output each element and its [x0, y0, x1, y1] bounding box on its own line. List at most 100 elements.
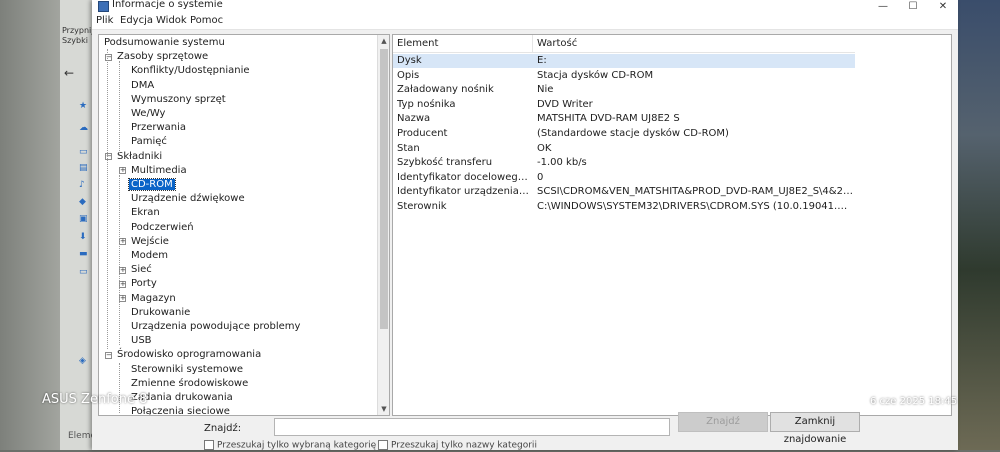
details-row[interactable]: Sterownik C:\WINDOWS\SYSTEM32\DRIVERS\CDR… — [393, 200, 855, 214]
tree-item-label: Sieć — [131, 264, 152, 276]
column-header-value[interactable]: Wartość — [533, 35, 855, 53]
details-row[interactable]: Producent (Standardowe stacje dysków CD-R… — [393, 127, 855, 141]
tree-scrollbar-thumb[interactable] — [380, 49, 388, 329]
tree-item[interactable]: Przerwania — [129, 121, 188, 135]
column-header-element[interactable]: Element — [393, 35, 533, 53]
menu-help[interactable]: Pomoc — [190, 15, 223, 26]
tree-item[interactable]: Drukowanie — [129, 306, 192, 320]
expand-icon[interactable]: + — [119, 238, 126, 246]
tree-item[interactable]: Sieć — [129, 263, 154, 277]
tree-item[interactable]: Zmienne środowiskowe — [129, 377, 250, 391]
tree-item-label: Porty — [131, 278, 157, 290]
category-tree[interactable]: Podsumowanie systemu Zasoby sprzętowe − Kon… — [98, 34, 390, 416]
tree-guide-line — [119, 175, 120, 345]
close-button[interactable]: ✕ — [928, 0, 958, 14]
tree-item-label: Sterowniki systemowe — [131, 363, 244, 375]
menu-file[interactable]: Plik — [96, 15, 113, 26]
tree-item[interactable]: Porty — [129, 277, 159, 291]
tree-item[interactable]: DMA — [129, 79, 156, 93]
details-row[interactable]: Nazwa MATSHITA DVD-RAM UJ8E2 S — [393, 112, 855, 126]
photo-timestamp: 6 cze 2025 18:45 — [870, 396, 958, 407]
search-selected-category-checkbox[interactable]: Przeszukaj tylko wybraną kategorię — [204, 440, 376, 452]
details-element-cell: Opis — [397, 69, 420, 81]
title-bar[interactable]: Informacje o systemie — ☐ ✕ — [92, 0, 958, 14]
tree-item-label: Magazyn — [131, 292, 176, 304]
tree-scrollbar[interactable]: ▲ ▼ — [377, 35, 389, 415]
checkbox-box[interactable] — [378, 440, 388, 450]
menu-edit[interactable]: Edycja — [120, 15, 153, 26]
menu-view[interactable]: Widok — [156, 15, 187, 26]
details-row[interactable]: Identyfikator docelowego urządzenia SCSI… — [393, 171, 855, 185]
tree-item-label: Zasoby sprzętowe — [117, 51, 209, 63]
tree-item[interactable]: Pamięć — [129, 135, 169, 149]
tree-item-label: Drukowanie — [131, 306, 191, 318]
collapse-icon[interactable]: − — [105, 351, 112, 359]
cloud-icon: ☁ — [79, 123, 88, 133]
details-value-cell: (Standardowe stacje dysków CD-ROM) — [537, 128, 729, 139]
details-row[interactable]: Typ nośnika DVD Writer — [393, 98, 855, 112]
drive-icon: ▭ — [79, 267, 88, 277]
tree-item-label: We/Wy — [131, 108, 166, 119]
tree-item-label: Składniki — [117, 150, 163, 162]
video-icon: ▬ — [79, 249, 88, 259]
download-icon: ⬇ — [79, 232, 87, 242]
scroll-down-icon[interactable]: ▼ — [378, 403, 389, 415]
tree-item[interactable]: Wymuszony sprzęt — [129, 93, 228, 107]
tree-item[interactable]: Sterowniki systemowe — [129, 363, 245, 377]
tree-item-label: Wejście — [131, 235, 169, 247]
checkbox-label: Przeszukaj tylko nazwy kategorii — [391, 440, 537, 451]
tree-item-label: Urządzenia powodujące problemy — [131, 321, 301, 332]
tree-item[interactable]: Urządzenia powodujące problemy — [129, 320, 302, 334]
tree-item[interactable]: Podczerwień — [129, 221, 196, 235]
details-row[interactable]: Identyfikator urządzenia PNP SCSI\CDROM&V… — [393, 185, 855, 199]
scroll-up-icon[interactable]: ▲ — [378, 35, 389, 47]
tree-item[interactable]: Podsumowanie systemu — [102, 36, 227, 50]
expand-icon[interactable]: + — [119, 266, 126, 274]
details-element-cell: Producent — [397, 128, 448, 139]
checkbox-box[interactable] — [204, 440, 214, 450]
tree-item[interactable]: Multimedia — [129, 164, 189, 178]
find-input[interactable] — [274, 418, 670, 436]
maximize-button[interactable]: ☐ — [898, 0, 928, 14]
tree-item[interactable]: Magazyn — [129, 292, 178, 306]
details-value-cell: OK — [537, 142, 552, 154]
tree-item[interactable]: Wejście — [129, 235, 171, 249]
image-icon: ▣ — [79, 214, 88, 224]
tree-item[interactable]: Ekran — [129, 206, 162, 220]
tree-item[interactable]: Składniki — [115, 150, 164, 164]
tree-item-label: Podczerwień — [131, 221, 194, 233]
find-button[interactable]: Znajdź — [678, 412, 768, 432]
tree-item-label: CD-ROM — [128, 178, 176, 191]
expand-icon[interactable]: + — [119, 280, 126, 288]
details-row[interactable]: Załadowany nośnik Nie — [393, 83, 855, 97]
menu-bar: Plik Edycja Widok Pomoc — [92, 14, 958, 30]
details-row[interactable]: Opis Stacja dysków CD-ROM — [393, 69, 855, 83]
tree-item[interactable]: Zasoby sprzętowe — [115, 50, 210, 64]
system-info-icon — [98, 1, 109, 12]
monitor-icon: ▭ — [79, 147, 88, 157]
details-list[interactable]: Element Wartość Dysk E: Opis Stacja dysków … — [392, 34, 952, 416]
tree-item[interactable]: Urządzenie dźwiękowe — [129, 192, 247, 206]
tree-item-label: Podsumowanie systemu — [104, 37, 225, 48]
background-text: Przypnij — [62, 26, 94, 35]
tree-item[interactable]: Modem — [129, 249, 170, 263]
expand-icon[interactable]: + — [119, 167, 126, 175]
expand-icon[interactable]: + — [119, 295, 126, 303]
minimize-button[interactable]: — — [868, 0, 898, 14]
details-row[interactable]: Dysk E: — [393, 54, 855, 68]
details-value-cell: E: — [537, 55, 547, 66]
details-value-cell: Stacja dysków CD-ROM — [537, 69, 654, 81]
tree-item-label: Połączenia sieciowe — [131, 406, 230, 416]
tree-item[interactable]: Konflikty/Udostępnianie — [129, 64, 252, 78]
star-icon: ★ — [79, 101, 88, 111]
tree-item[interactable]: USB — [129, 334, 154, 348]
background-desktop — [958, 0, 1000, 450]
details-row[interactable]: Szybkość transferu -1.00 kb/s — [393, 156, 855, 170]
close-find-button[interactable]: Zamknij znajdowanie — [770, 412, 860, 445]
search-category-names-checkbox[interactable]: Przeszukaj tylko nazwy kategorii — [378, 440, 537, 452]
tree-item[interactable]: Środowisko oprogramowania — [115, 348, 263, 362]
tree-item[interactable]: We/Wy — [129, 107, 167, 121]
tree-item-label: Środowisko oprogramowania — [117, 349, 262, 361]
tree-item[interactable]: CD-ROM — [128, 178, 176, 192]
details-row[interactable]: Stan OK — [393, 142, 855, 156]
